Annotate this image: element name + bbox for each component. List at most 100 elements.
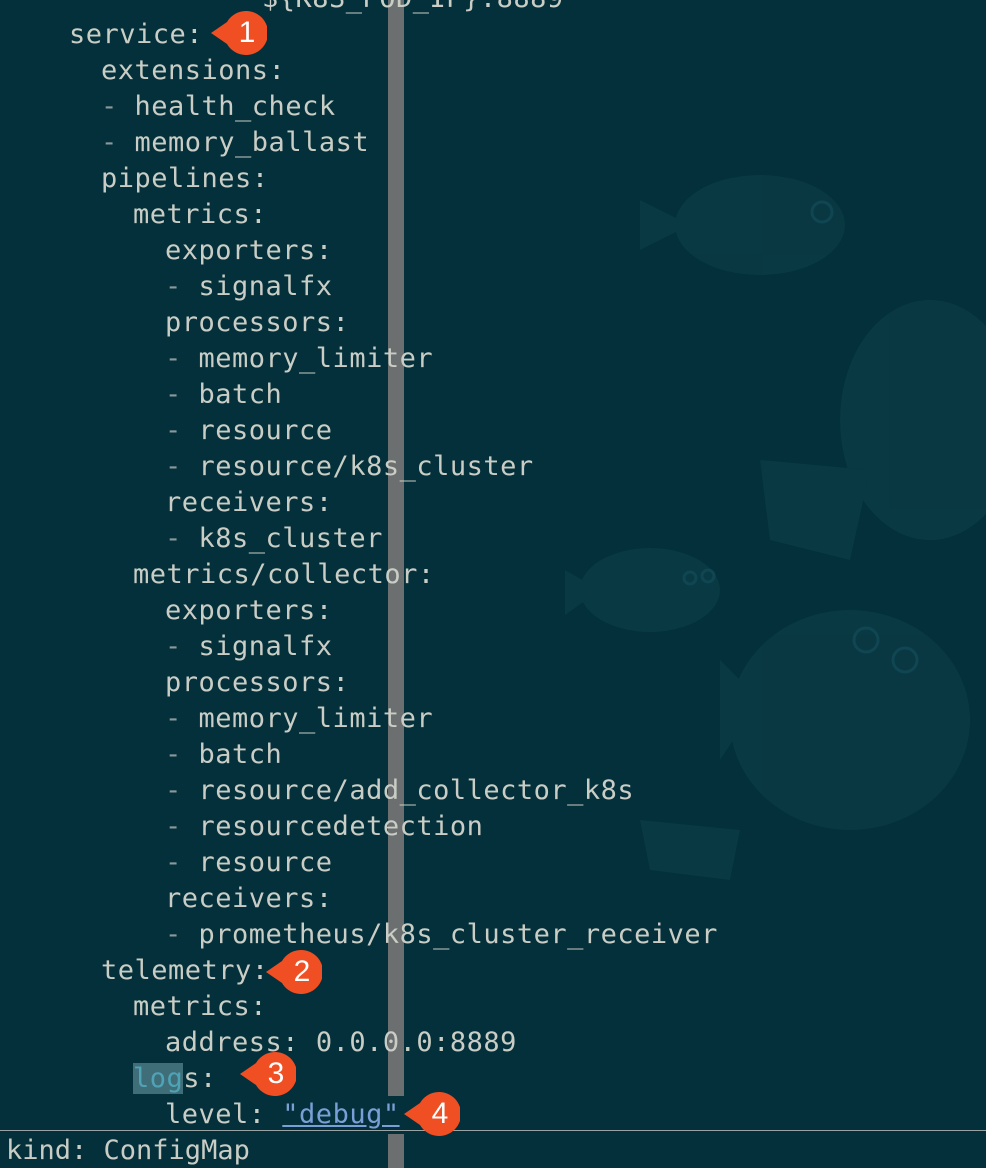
yaml-item-resourcedetection[interactable]: - resourcedetection (165, 809, 483, 845)
yaml-item-resource[interactable]: - resource (165, 413, 333, 449)
list-dash: - (165, 415, 199, 446)
list-dash: - (165, 379, 199, 410)
yaml-item-signalfx[interactable]: - signalfx (165, 629, 333, 665)
item-text: memory_limiter (198, 703, 434, 734)
yaml-key-telemetry[interactable]: telemetry: (101, 953, 269, 989)
item-text: resource/k8s_cluster (198, 451, 534, 482)
item-text: k8s_cluster (198, 523, 383, 554)
item-text: resource/add_collector_k8s (198, 775, 635, 806)
item-text: batch (198, 379, 283, 410)
yaml-key-processors[interactable]: processors: (165, 305, 349, 341)
yaml-key-extensions[interactable]: extensions: (101, 53, 285, 89)
colon: : (332, 307, 350, 338)
list-dash: - (165, 775, 199, 806)
key-text: receivers (165, 883, 316, 914)
colon: : (315, 235, 333, 266)
yaml-item-add-collector-k8s[interactable]: - resource/add_collector_k8s (165, 773, 634, 809)
callout-number: 1 (238, 16, 256, 49)
yaml-item-batch[interactable]: - batch (165, 377, 282, 413)
clipped-endpoint-line: ${K8S_POD_IP}:8889 (262, 0, 564, 17)
item-text: signalfx (198, 631, 333, 662)
yaml-item-signalfx[interactable]: - signalfx (165, 269, 333, 305)
yaml-key-metrics[interactable]: metrics: (133, 197, 267, 233)
yaml-item-prometheus-receiver[interactable]: - prometheus/k8s_cluster_receiver (165, 917, 718, 953)
callout-marker-1: 1 (211, 10, 267, 56)
yaml-item-resource-k8s-cluster[interactable]: - resource/k8s_cluster (165, 449, 534, 485)
yaml-key-receivers[interactable]: receivers: (165, 881, 333, 917)
terminal-window: ${K8S_POD_IP}:8889 service: extensions: … (0, 0, 986, 1168)
item-text: resourcedetection (198, 811, 484, 842)
list-dash: - (101, 91, 135, 122)
list-dash: - (165, 847, 199, 878)
yaml-key-exporters[interactable]: exporters: (165, 593, 333, 629)
key-text: exporters (165, 595, 316, 626)
key-text: exporters (165, 235, 316, 266)
key-text: extensions (101, 55, 269, 86)
key-text: s (183, 1063, 201, 1094)
yaml-key-pipelines[interactable]: pipelines: (101, 161, 269, 197)
list-dash: - (165, 523, 199, 554)
callout-number: 2 (293, 955, 311, 988)
address-value: 0.0.0.0:8889 (315, 1027, 517, 1058)
list-dash: - (165, 451, 199, 482)
yaml-item-memory-ballast[interactable]: - memory_ballast (101, 125, 369, 161)
yaml-key-address[interactable]: address: 0.0.0.0:8889 (165, 1025, 517, 1061)
key-text: processors (165, 667, 333, 698)
colon: : (250, 199, 268, 230)
colon: : (186, 19, 204, 50)
list-dash: - (165, 919, 199, 950)
colon: : (315, 883, 333, 914)
colon: : (200, 1063, 217, 1094)
colon: : (250, 991, 268, 1022)
colon: : (251, 163, 269, 194)
yaml-item-memory-limiter[interactable]: - memory_limiter (165, 341, 433, 377)
list-dash: - (165, 703, 199, 734)
yaml-item-memory-limiter[interactable]: - memory_limiter (165, 701, 433, 737)
colon: : (248, 1099, 283, 1130)
item-text: memory_limiter (198, 343, 434, 374)
callout-marker-2: 2 (266, 949, 322, 995)
list-dash: - (101, 127, 135, 158)
yaml-key-service[interactable]: service: (69, 17, 203, 53)
item-text: memory_ballast (134, 127, 370, 158)
item-text: resource (198, 415, 333, 446)
yaml-item-resource[interactable]: - resource (165, 845, 333, 881)
item-text: resource (198, 847, 333, 878)
yaml-key-logs[interactable]: logs: (133, 1061, 217, 1097)
yaml-item-k8s-cluster[interactable]: - k8s_cluster (165, 521, 383, 557)
key-text: processors (165, 307, 333, 338)
yaml-item-batch[interactable]: - batch (165, 737, 282, 773)
yaml-key-telemetry-metrics[interactable]: metrics: (133, 989, 267, 1025)
list-dash: - (165, 739, 199, 770)
colon: : (268, 55, 286, 86)
color-column-guide-tail (388, 1134, 404, 1168)
key-text: level (165, 1099, 249, 1130)
colon: : (315, 487, 333, 518)
key-text: metrics/collector (133, 559, 418, 590)
list-dash: - (165, 343, 199, 374)
yaml-key-receivers[interactable]: receivers: (165, 485, 333, 521)
yaml-key-processors[interactable]: processors: (165, 665, 349, 701)
list-dash: - (165, 631, 199, 662)
key-text: service (69, 19, 187, 50)
item-text: prometheus/k8s_cluster_receiver (198, 919, 718, 950)
list-dash: - (165, 271, 199, 302)
level-string-value: "debug" (282, 1099, 400, 1130)
key-text: receivers (165, 487, 316, 518)
yaml-key-exporters[interactable]: exporters: (165, 233, 333, 269)
list-dash: - (165, 811, 199, 842)
search-match-highlight: log (133, 1063, 184, 1094)
yaml-item-health-check[interactable]: - health_check (101, 89, 336, 125)
colon: : (315, 595, 333, 626)
key-text: telemetry (101, 955, 252, 986)
key-text: pipelines (101, 163, 252, 194)
item-text: batch (198, 739, 283, 770)
colon: : (417, 559, 435, 590)
yaml-key-metrics-collector[interactable]: metrics/collector: (133, 557, 435, 593)
callout-number: 3 (267, 1057, 285, 1090)
yaml-key-level[interactable]: level: "debug" (165, 1097, 400, 1133)
item-text: health_check (134, 91, 336, 122)
item-text: signalfx (198, 271, 333, 302)
key-text: metrics (133, 199, 251, 230)
callout-marker-3: 3 (240, 1051, 296, 1097)
